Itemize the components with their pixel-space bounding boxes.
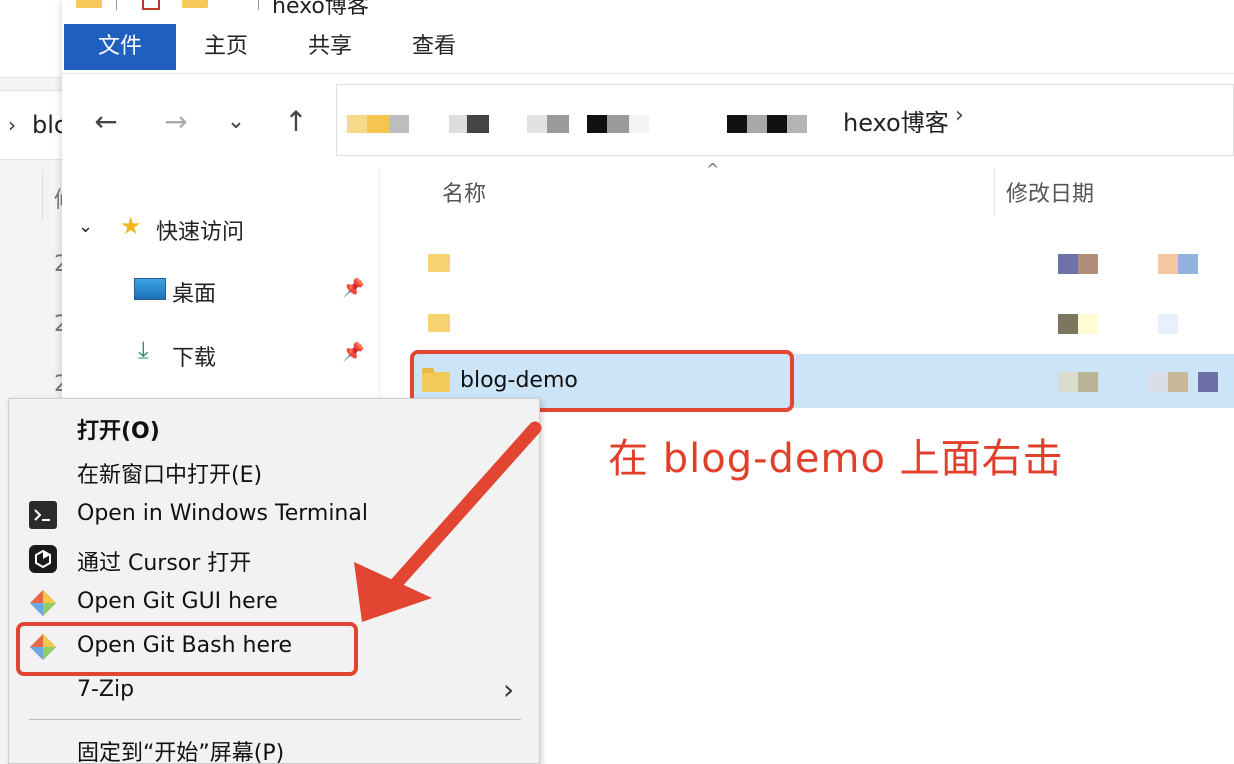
blurred-breadcrumb	[587, 115, 607, 133]
context-menu: 打开(O) 在新窗口中打开(E) Open in Windows Termina…	[8, 398, 540, 764]
blurred-breadcrumb	[747, 115, 767, 133]
sidebar-item-label: 桌面	[172, 282, 217, 307]
blurred-breadcrumb	[467, 115, 489, 133]
blurred-date	[1148, 372, 1168, 392]
background-address-bar[interactable]: › blc	[0, 90, 67, 160]
sidebar-item-label: 快速访问	[156, 220, 245, 245]
column-header-modified[interactable]: 修改日期	[1006, 176, 1094, 208]
blurred-breadcrumb	[607, 115, 629, 133]
tab-view[interactable]: 查看	[390, 24, 478, 70]
menu-item-open-new-window[interactable]: 在新窗口中打开(E)	[9, 449, 539, 493]
menu-item-label: 7-Zip	[77, 677, 135, 702]
blurred-date	[1078, 254, 1098, 274]
chevron-right-icon: ›	[8, 113, 16, 137]
title-bar: hexo博客	[62, 0, 1234, 22]
blurred-date	[1198, 372, 1218, 392]
menu-item-label: Open Git GUI here	[77, 589, 278, 614]
screenshot-stage: › blc 修 2 2 2 hexo博客 文件 主页 共享 查看 ← → ⌄ ↑	[0, 0, 1234, 764]
blurred-date	[1058, 254, 1078, 274]
window-title: hexo博客	[272, 0, 369, 19]
blurred-breadcrumb	[547, 115, 569, 133]
blurred-breadcrumb	[367, 115, 389, 133]
menu-item-open[interactable]: 打开(O)	[9, 405, 539, 449]
blurred-date	[1058, 314, 1078, 334]
menu-item-label: 固定到“开始”屏幕(P)	[77, 741, 285, 764]
menu-item-label: 通过 Cursor 打开	[77, 551, 252, 576]
blurred-breadcrumb	[389, 115, 409, 133]
column-separator[interactable]	[994, 168, 995, 216]
menu-item-open-cursor[interactable]: 通过 Cursor 打开	[9, 537, 539, 581]
sidebar-item-label: 下载	[172, 346, 217, 371]
menu-item-git-gui[interactable]: Open Git GUI here	[9, 581, 539, 625]
menu-item-open-terminal[interactable]: Open in Windows Terminal	[9, 493, 539, 537]
blurred-date	[1158, 254, 1178, 274]
blurred-breadcrumb	[347, 115, 367, 133]
git-icon	[29, 589, 57, 617]
tab-file[interactable]: 文件	[64, 24, 176, 70]
star-icon: ★	[120, 212, 142, 240]
breadcrumb-current[interactable]: hexo博客	[843, 103, 949, 138]
folder-icon	[428, 314, 450, 332]
cursor-app-icon	[29, 545, 57, 573]
arrow-left-icon[interactable]: ←	[86, 102, 126, 142]
address-bar[interactable]: hexo博客 ›	[336, 84, 1234, 156]
file-row[interactable]	[410, 296, 1234, 350]
tab-home[interactable]: 主页	[182, 24, 270, 70]
blurred-date	[1078, 314, 1098, 334]
sidebar-item-downloads[interactable]: ⤓ 下载 📌	[62, 330, 380, 380]
blurred-date	[1168, 372, 1188, 392]
highlight-box-git-bash	[16, 622, 358, 676]
background-window-top	[0, 0, 62, 78]
download-icon: ⤓	[138, 336, 149, 364]
background-column-separator	[42, 170, 43, 220]
sidebar-item-desktop[interactable]: 桌面 📌	[62, 266, 380, 316]
title-separator	[258, 0, 259, 10]
navigation-bar: ← → ⌄ ↑ hexo博客 ›	[62, 76, 1234, 166]
ribbon-tabs: 文件 主页 共享 查看	[62, 24, 1234, 74]
sidebar-item-quick-access[interactable]: ⌄ ★ 快速访问	[62, 204, 380, 254]
folder-icon	[428, 254, 450, 272]
menu-item-label: 打开(O)	[77, 419, 160, 444]
pin-icon[interactable]: 📌	[342, 342, 364, 363]
breadcrumb-chevron-icon[interactable]: ›	[955, 103, 964, 128]
new-folder-icon[interactable]	[182, 0, 208, 8]
arrow-right-icon[interactable]: →	[156, 102, 196, 142]
blurred-breadcrumb	[527, 115, 547, 133]
pin-icon[interactable]: 📌	[342, 278, 364, 299]
blurred-breadcrumb	[767, 115, 787, 133]
sort-ascending-icon: ^	[706, 160, 720, 179]
column-header-name[interactable]: 名称	[442, 176, 486, 208]
chevron-down-icon[interactable]: ⌄	[78, 216, 93, 237]
menu-item-label: 在新窗口中打开(E)	[77, 463, 263, 488]
chevron-right-icon: ›	[503, 673, 515, 706]
blurred-date	[1078, 372, 1098, 392]
arrow-up-icon[interactable]: ↑	[276, 102, 316, 142]
terminal-icon	[29, 501, 57, 529]
title-separator	[116, 0, 117, 10]
annotation-text: 在 blog-demo 上面右击	[608, 436, 1064, 482]
blurred-date	[1058, 372, 1078, 392]
file-row[interactable]	[410, 236, 1234, 290]
menu-separator	[29, 719, 521, 720]
tab-share[interactable]: 共享	[286, 24, 374, 70]
blurred-breadcrumb	[449, 115, 467, 133]
folder-icon	[76, 0, 102, 8]
blurred-date	[1158, 314, 1178, 334]
blurred-breadcrumb	[787, 115, 807, 133]
properties-icon[interactable]	[142, 0, 160, 10]
desktop-icon	[134, 278, 166, 300]
chevron-down-icon[interactable]: ⌄	[216, 102, 256, 142]
blurred-breadcrumb	[727, 115, 747, 133]
menu-item-label: Open in Windows Terminal	[77, 501, 368, 526]
blurred-breadcrumb	[629, 115, 649, 133]
blurred-date	[1178, 254, 1198, 274]
menu-item-pin-start[interactable]: 固定到“开始”屏幕(P)	[9, 727, 539, 764]
